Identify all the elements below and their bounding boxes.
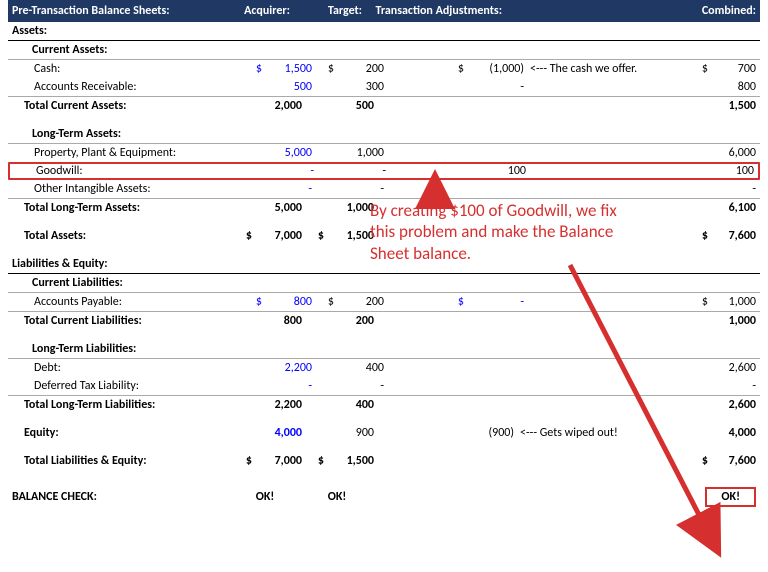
annotation-text: By creating $100 of Goodwill, we fix thi…: [370, 200, 630, 264]
row-total-liab-eq: Total Liabilities & Equity: $ 7,000 $ 1,…: [8, 452, 760, 470]
val-cash-cmb: 700: [708, 62, 756, 76]
row-total-current-assets: Total Current Assets: 2,000 500 1,500: [8, 96, 760, 115]
val-cash-tgt: 200: [334, 62, 384, 76]
heading-current-assets: Current Assets:: [8, 41, 760, 60]
header-row: Pre-Transaction Balance Sheets: Acquirer…: [8, 0, 760, 22]
row-ap: Accounts Payable: $ 800 $ 200 $ - $ 1,00…: [8, 293, 760, 311]
val-cash-adj: (1,000): [464, 62, 524, 76]
row-ppe: Property, Plant & Equipment: 5,000 1,000…: [8, 144, 760, 162]
row-ar: Accounts Receivable: 500 300 - 800: [8, 78, 760, 96]
row-debt: Debt: 2,200 400 2,600: [8, 359, 760, 377]
header-adjustments: Transaction Adjustments:: [362, 4, 502, 18]
header-acquirer: Acquirer:: [222, 4, 290, 18]
row-intangibles: Other Intangible Assets: - - -: [8, 180, 760, 198]
row-cash: Cash: $ 1,500 $ 200 $ (1,000) <--- The c…: [8, 60, 760, 78]
row-total-lt-liab: Total Long-Term Liabilities: 2,200 400 2…: [8, 395, 760, 414]
balance-sheet: Pre-Transaction Balance Sheets: Acquirer…: [0, 0, 768, 520]
heading-lt-assets: Long-Term Assets:: [8, 125, 760, 144]
header-combined: Combined:: [678, 4, 756, 18]
row-total-current-liab: Total Current Liabilities: 800 200 1,000: [8, 311, 760, 330]
heading-current-liab: Current Liabilities:: [8, 274, 760, 293]
sym: $: [244, 62, 262, 76]
section-assets: Assets:: [8, 22, 760, 41]
header-label: Pre-Transaction Balance Sheets:: [12, 4, 222, 18]
row-balance-check: BALANCE CHECK: OK! OK! OK!: [8, 488, 760, 506]
label-cash: Cash:: [12, 62, 244, 76]
header-target: Target:: [290, 4, 362, 18]
note-cash: <--- The cash we offer.: [524, 62, 678, 76]
balance-check-ok-box: OK!: [705, 487, 756, 507]
row-dtl: Deferred Tax Liability: - - -: [8, 377, 760, 395]
val-cash-acq: 1,500: [262, 62, 312, 76]
row-equity: Equity: 4,000 900 (900) <--- Gets wiped …: [8, 424, 760, 442]
heading-lt-liab: Long-Term Liabilities:: [8, 340, 760, 359]
row-goodwill: Goodwill: - - 100 100: [8, 162, 760, 180]
